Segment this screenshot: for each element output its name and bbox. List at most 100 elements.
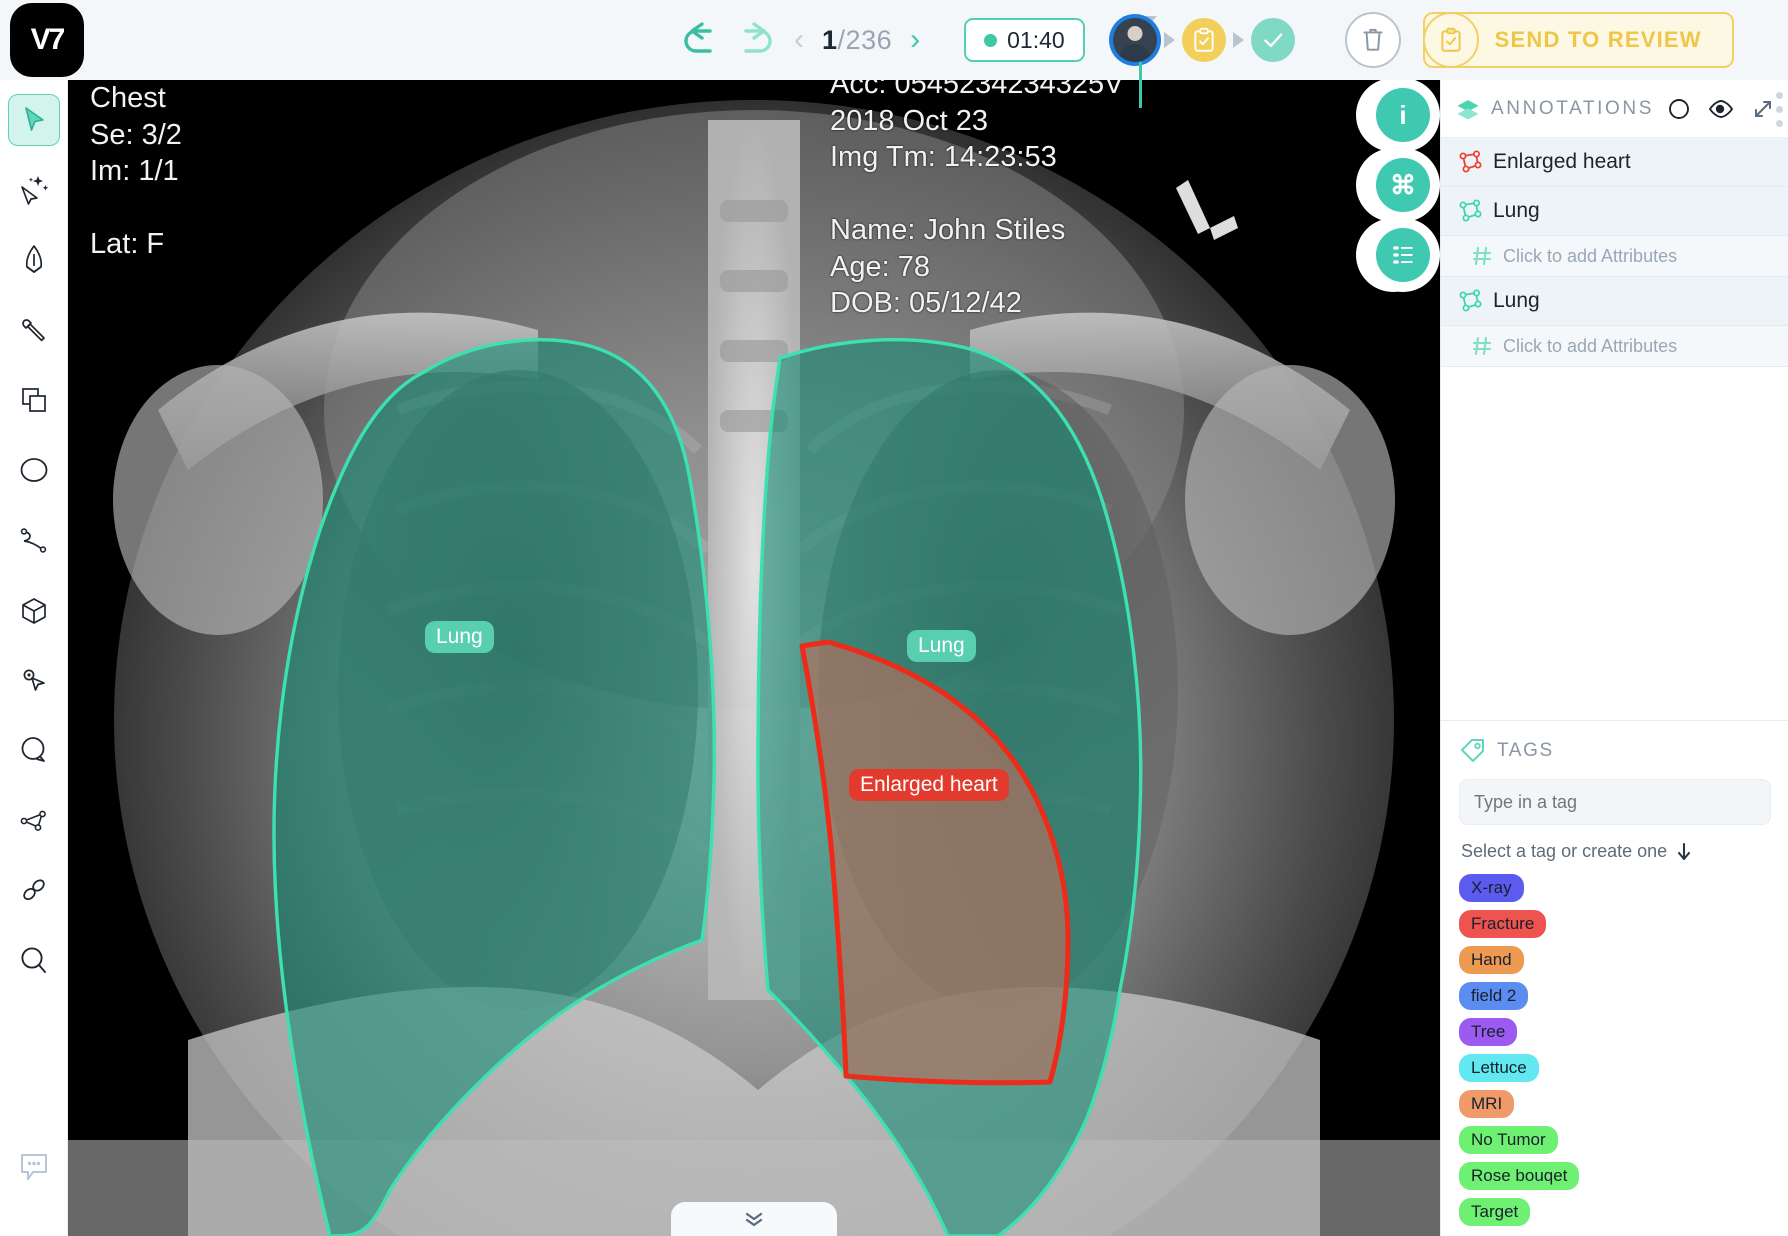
toggle-visibility-button[interactable] [1708,99,1734,119]
chat-bubble-icon [17,1150,51,1182]
annotation-attributes-lung-2[interactable]: Click to add Attributes [1441,326,1788,367]
annotation-attributes-label: Click to add Attributes [1503,246,1677,267]
page-total: 236 [846,25,893,55]
keypoint-icon [18,664,50,696]
tool-bounding-box[interactable] [8,374,60,426]
stage-complete-button[interactable] [1251,18,1295,62]
tool-polygon[interactable] [8,234,60,286]
stage-arrow-icon-1 [1164,32,1175,48]
app-logo[interactable]: V7 [10,3,84,77]
layers-icon [1455,95,1481,123]
tag-pill-fracture[interactable]: Fracture [1459,910,1546,938]
image-settings-icon [1390,242,1416,268]
xray-image [68,80,1440,1236]
tool-skeleton[interactable] [8,794,60,846]
logo-text: V7 [31,23,64,57]
comment-bubble-icon [18,735,50,765]
canvas-float-buttons: i ⌘ [1376,88,1430,282]
dot-3 [1776,120,1783,127]
tool-brush[interactable] [8,304,60,356]
image-canvas[interactable]: Chest Se: 3/2 Im: 1/1 Lat: F Acc: 054523… [68,80,1440,1236]
avatar-body [1119,44,1151,62]
image-settings-button[interactable] [1376,228,1430,282]
chevron-double-down-icon [739,1209,769,1229]
annotation-attributes-label: Click to add Attributes [1503,336,1677,357]
shortcuts-button[interactable]: ⌘ [1376,158,1430,212]
tool-auto-annotate[interactable] [8,164,60,216]
expand-bottom-panel-button[interactable] [671,1202,837,1236]
left-tool-sidebar [0,80,68,1236]
polygon-nodes-icon [1457,199,1483,223]
annotation-label-lung-left[interactable]: Lung [907,630,976,662]
tag-pill-rose-bouqet[interactable]: Rose bouqet [1459,1162,1579,1190]
tool-ellipse[interactable] [8,444,60,496]
expand-panel-button[interactable] [1752,98,1774,120]
next-image-button[interactable]: › [896,25,934,55]
right-panel: ANNOTATIONS [1440,80,1788,1236]
redo-button[interactable] [730,20,776,60]
hide-all-annotations-button[interactable] [1668,98,1690,120]
annotation-label-enlarged-heart[interactable]: Enlarged heart [849,769,1009,801]
tag-hint-label: Select a tag or create one [1461,841,1667,862]
tag-pill-hand[interactable]: Hand [1459,946,1524,974]
polygon-nodes-icon [1457,289,1483,313]
tag-pill-xray[interactable]: X-ray [1459,874,1524,902]
dot-1 [1776,92,1783,99]
delete-button[interactable] [1345,12,1401,68]
clipboard-check-icon [1438,26,1464,54]
tool-polyline[interactable] [8,514,60,566]
tool-select[interactable] [8,94,60,146]
send-to-review-button[interactable]: SEND TO REVIEW [1423,12,1734,68]
stage-review-button[interactable] [1182,18,1226,62]
tags-panel-title: TAGS [1497,740,1554,762]
annotation-item-enlarged-heart[interactable]: Enlarged heart [1441,138,1788,187]
command-icon: ⌘ [1390,170,1416,201]
arrow-down-icon [1676,842,1692,862]
tool-keypoint[interactable] [8,654,60,706]
stage-arrow-icon-2 [1233,32,1244,48]
circle-icon [1668,98,1690,120]
annotation-item-lung-2[interactable]: Lung [1441,277,1788,326]
session-timer[interactable]: 01:40 [964,18,1085,62]
annotation-item-name: Lung [1493,199,1540,223]
tool-link[interactable] [8,864,60,916]
dot-2 [1776,106,1783,113]
page-current: 1 [822,25,838,55]
tool-cuboid[interactable] [8,584,60,636]
eye-icon [1708,99,1734,119]
previous-image-button[interactable]: ‹ [780,25,818,55]
page-separator: / [838,25,846,55]
tag-pill-lettuce[interactable]: Lettuce [1459,1054,1539,1082]
timer-value: 01:40 [1007,27,1065,54]
tag-pill-mri[interactable]: MRI [1459,1090,1514,1118]
annotations-list: Enlarged heart Lung Click to add Attribu… [1441,138,1788,367]
tag-pill-target[interactable]: Target [1459,1198,1530,1226]
hash-icon [1471,245,1493,267]
comments-button[interactable] [8,1140,60,1192]
tag-search-input[interactable] [1459,779,1771,825]
trash-icon [1360,26,1386,54]
timer-dot-icon [984,34,997,47]
tag-pill-field-2[interactable]: field 2 [1459,982,1528,1010]
tag-icon [1459,737,1487,765]
hash-icon [1471,335,1493,357]
annotation-item-lung-1[interactable]: Lung [1441,187,1788,236]
tag-pill-no-tumor[interactable]: No Tumor [1459,1126,1558,1154]
magnifier-icon [18,944,50,976]
annotations-panel-header: ANNOTATIONS [1441,80,1788,138]
tag-pill-list: X-ray Fracture Hand field 2 Tree Lettuce… [1459,874,1771,1226]
dicom-overlay-right: Acc: 0545234234325V 2018 Oct 23 Img Tm: … [830,80,1123,322]
tool-comment[interactable] [8,724,60,776]
annotation-item-name: Enlarged heart [1493,150,1631,174]
tool-zoom[interactable] [8,934,60,986]
tag-pill-tree[interactable]: Tree [1459,1018,1517,1046]
brush-icon [18,314,50,346]
image-info-button[interactable]: i [1376,88,1430,142]
undo-button[interactable] [680,20,726,60]
tag-hint-row: Select a tag or create one [1461,841,1771,862]
tags-panel-header: TAGS [1459,737,1771,765]
stage-annotator-avatar[interactable] [1113,18,1157,62]
annotation-label-lung-right[interactable]: Lung [425,621,494,653]
panel-more-options-button[interactable] [1776,92,1783,127]
annotation-attributes-lung-1[interactable]: Click to add Attributes [1441,236,1788,277]
